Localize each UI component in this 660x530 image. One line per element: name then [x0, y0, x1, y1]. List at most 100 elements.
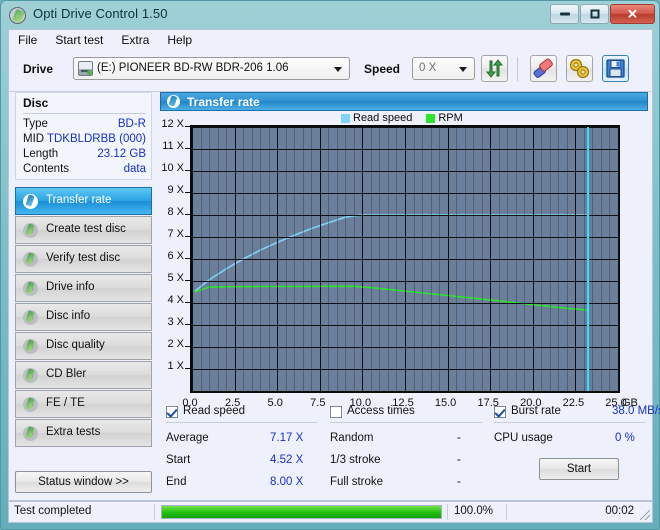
- sidebar-item-label: FE / TE: [46, 397, 85, 409]
- optical-drive-icon: [78, 61, 93, 76]
- chart-y-tick-label: 2 X: [167, 338, 184, 350]
- gear-icon: [569, 58, 590, 79]
- legend-swatch-rpm: [426, 113, 436, 123]
- chart-legend: Read speed RPM: [341, 112, 463, 124]
- legend-label-rpm: RPM: [438, 112, 463, 124]
- disc-icon: [23, 252, 38, 267]
- left-panel: Disc Type BD-R MID TDKBLDRBB (000) Lengt…: [9, 92, 157, 500]
- minimize-button[interactable]: [550, 4, 579, 24]
- sidebar-item-verify-test-disc[interactable]: Verify test disc: [15, 245, 152, 273]
- chart-y-tick-label: 5 X: [167, 272, 184, 284]
- disc-icon: [23, 281, 38, 296]
- sidebar-item-label: Disc quality: [46, 339, 105, 351]
- chevron-down-icon: [334, 67, 342, 72]
- close-button[interactable]: ✕: [610, 4, 655, 24]
- start-button[interactable]: Start: [539, 458, 619, 480]
- burst-rate-option[interactable]: Burst rate 38.0 MB/s: [494, 404, 660, 424]
- menu-item-start-test[interactable]: Start test: [46, 31, 112, 49]
- full-stroke-label: Full stroke: [330, 476, 384, 488]
- chart-y-tick: [185, 324, 190, 325]
- burst-rate-checkbox[interactable]: [494, 406, 506, 418]
- chart-y-tick: [185, 346, 190, 347]
- read-speed-checkbox[interactable]: [166, 406, 178, 418]
- chart-y-tick-label: 8 X: [167, 206, 184, 218]
- chart-y-tick: [185, 126, 190, 127]
- sidebar-item-label: Disc info: [46, 310, 91, 322]
- chevron-down-icon: [459, 67, 467, 72]
- access-times-option[interactable]: Access times: [330, 404, 482, 424]
- resize-grip[interactable]: [640, 510, 650, 520]
- status-separator: [154, 504, 155, 520]
- sidebar-item-transfer-rate[interactable]: Transfer rate: [15, 187, 152, 215]
- end-value: 8.00 X: [270, 476, 304, 488]
- sidebar-item-cd-bler[interactable]: CD Bler: [15, 361, 152, 389]
- sidebar-item-disc-info[interactable]: Disc info: [15, 303, 152, 331]
- window-title: Opti Drive Control 1.50: [33, 6, 168, 21]
- disc-icon: [23, 223, 38, 238]
- drive-select[interactable]: (E:) PIONEER BD-RW BDR-206 1.06: [73, 57, 350, 80]
- disc-icon: [23, 310, 38, 325]
- chart-y-tick-label: 6 X: [167, 250, 184, 262]
- right-panel: Transfer rate Read speed RPM 1 X 2 X 3 X 4 …: [157, 92, 660, 500]
- window-controls: ✕: [549, 4, 655, 25]
- third-stroke-value: -: [457, 454, 461, 466]
- chart-y-tick-label: 11 X: [162, 140, 184, 152]
- save-icon: [606, 59, 625, 78]
- progress-bar: [161, 505, 442, 519]
- read-speed-label: Read speed: [183, 405, 246, 417]
- menu-bar: File Start test Extra Help: [8, 29, 653, 50]
- chart-y-tick: [185, 368, 190, 369]
- disc-value-length: 23.12 GB: [97, 148, 146, 160]
- eraser-icon: [533, 58, 553, 78]
- chart-gridline-h: [192, 347, 618, 348]
- sidebar-item-drive-info[interactable]: Drive info: [15, 274, 152, 302]
- disc-key-mid: MID: [23, 133, 45, 145]
- menu-item-extra[interactable]: Extra: [112, 31, 158, 49]
- minimize-icon: [559, 12, 570, 16]
- chart-plot-area[interactable]: [190, 125, 620, 393]
- random-label: Random: [330, 432, 374, 444]
- sidebar-nav: Transfer rate Create test disc Verify te…: [15, 187, 152, 448]
- refresh-button[interactable]: [481, 55, 508, 82]
- settings-button[interactable]: [566, 55, 593, 82]
- maximize-button[interactable]: [580, 4, 609, 24]
- average-label: Average: [166, 432, 209, 444]
- sidebar-item-label: Extra tests: [46, 426, 101, 438]
- menu-item-help[interactable]: Help: [158, 31, 201, 49]
- disc-icon: [23, 426, 38, 441]
- sidebar-item-create-test-disc[interactable]: Create test disc: [15, 216, 152, 244]
- app-disc-icon: [9, 7, 26, 24]
- panel-title: Transfer rate: [187, 95, 260, 109]
- chart-y-tick: [185, 280, 190, 281]
- start-value: 4.52 X: [270, 454, 304, 466]
- status-separator: [506, 504, 507, 520]
- access-times-checkbox[interactable]: [330, 406, 342, 418]
- speed-select[interactable]: 0 X: [412, 57, 475, 80]
- access-times-divider: [330, 422, 482, 423]
- chart-y-tick: [185, 302, 190, 303]
- chart-y-tick-label: 3 X: [167, 316, 184, 328]
- menu-item-file[interactable]: File: [9, 31, 46, 49]
- chart: 1 X2 X3 X4 X5 X6 X7 X8 X9 X 10 X 11 X 12 X …: [160, 118, 648, 445]
- sidebar-item-disc-quality[interactable]: Disc quality: [15, 332, 152, 360]
- read-speed-option[interactable]: Read speed: [166, 404, 318, 424]
- end-label: End: [166, 476, 187, 488]
- progress-bar-fill: [162, 506, 441, 518]
- burst-rate-label: Burst rate: [511, 405, 561, 417]
- access-times-label: Access times: [347, 405, 415, 417]
- erase-button[interactable]: [530, 55, 557, 82]
- sidebar-item-extra-tests[interactable]: Extra tests: [15, 419, 152, 447]
- speed-label: Speed: [364, 62, 401, 76]
- status-window-button[interactable]: Status window >>: [15, 471, 152, 493]
- disc-icon: [23, 194, 38, 209]
- chart-cursor-line[interactable]: [587, 127, 590, 391]
- chart-y-tick-label: 7 X: [167, 228, 184, 240]
- chart-y-tick-label: 4 X: [167, 294, 184, 306]
- save-button[interactable]: [602, 55, 629, 82]
- speed-select-value: 0 X: [419, 62, 437, 74]
- chart-y-tick: [185, 258, 190, 259]
- chart-y-tick: [185, 148, 190, 149]
- disc-icon: [167, 95, 180, 108]
- chart-gridline-h: [192, 369, 618, 370]
- sidebar-item-fe-te[interactable]: FE / TE: [15, 390, 152, 418]
